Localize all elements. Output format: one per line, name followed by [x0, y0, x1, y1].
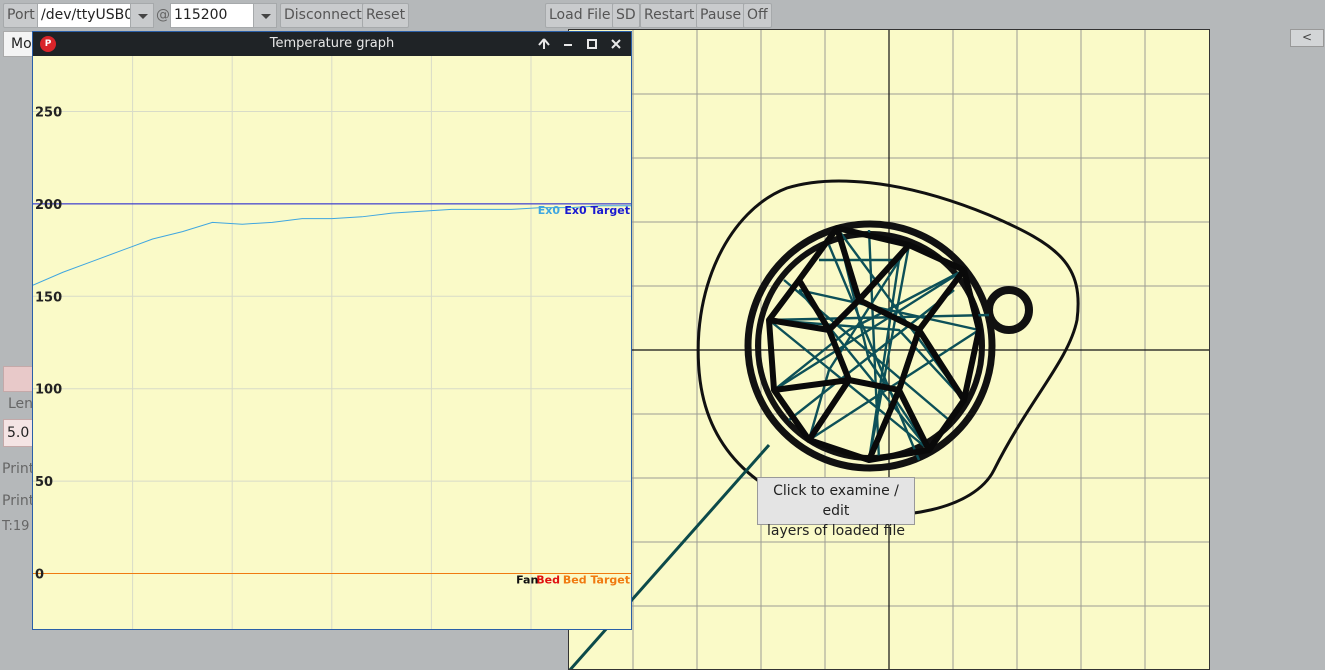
extrude-button[interactable] — [3, 366, 33, 392]
layer-edit-tooltip: Click to examine / edit layers of loaded… — [757, 477, 915, 539]
series-label-bed: Bed — [536, 574, 560, 587]
keep-above-icon[interactable] — [535, 35, 553, 53]
minimize-icon[interactable] — [559, 35, 577, 53]
temperature-readout: T:19 — [2, 519, 30, 534]
series-label-ex0: Ex0 — [538, 204, 561, 217]
close-icon[interactable] — [607, 35, 625, 53]
plater-view[interactable] — [569, 30, 1210, 670]
port-select[interactable]: /dev/ttyUSB0 — [37, 3, 134, 28]
port-dropdown-button[interactable] — [130, 3, 154, 28]
port-label: Port — [3, 3, 39, 28]
y-tick-label: 100 — [35, 383, 62, 398]
pause-button[interactable]: Pause — [696, 3, 746, 28]
series-label-ex0-target: Ex0 Target — [564, 204, 630, 217]
temperature-chart: 250 200 150 100 50 0 Ex0 TargetEx0 Bed TargetBe… — [33, 56, 631, 629]
y-tick-label: 250 — [35, 105, 62, 120]
restart-button[interactable]: Restart — [640, 3, 699, 28]
plater-canvas[interactable] — [568, 29, 1210, 670]
y-tick-label: 200 — [35, 198, 62, 213]
collapse-panel-button[interactable]: < — [1290, 29, 1324, 47]
disconnect-button[interactable]: Disconnect — [280, 3, 366, 28]
y-tick-label: 150 — [35, 290, 62, 305]
y-tick-label: 50 — [35, 475, 53, 490]
tooltip-line-1: Click to examine / edit — [773, 483, 899, 519]
sd-button[interactable]: SD — [612, 3, 640, 28]
print-status-label-1: Print — [2, 461, 35, 477]
series-label-bed-target: Bed Target — [563, 574, 630, 587]
baud-dropdown-button[interactable] — [253, 3, 277, 28]
at-label: @ — [156, 7, 170, 23]
baud-select[interactable]: 115200 — [170, 3, 256, 28]
length-label: Len — [8, 396, 34, 412]
window-titlebar[interactable]: P Temperature graph — [33, 32, 631, 56]
print-status-label-2: Print — [2, 493, 35, 509]
y-tick-label: 0 — [35, 568, 44, 583]
mode-tab[interactable]: Mo — [3, 31, 33, 57]
reset-button[interactable]: Reset — [362, 3, 410, 28]
maximize-icon[interactable] — [583, 35, 601, 53]
series-label-fan: Fan — [516, 574, 538, 587]
off-button[interactable]: Off — [743, 3, 772, 28]
tooltip-line-2: layers of loaded file — [766, 523, 905, 539]
temperature-graph-window[interactable]: P Temperature graph 250 200 150 100 50 0 Ex0 T… — [32, 31, 632, 630]
load-file-button[interactable]: Load File — [545, 3, 615, 28]
length-input[interactable]: 5.0 — [3, 419, 33, 447]
